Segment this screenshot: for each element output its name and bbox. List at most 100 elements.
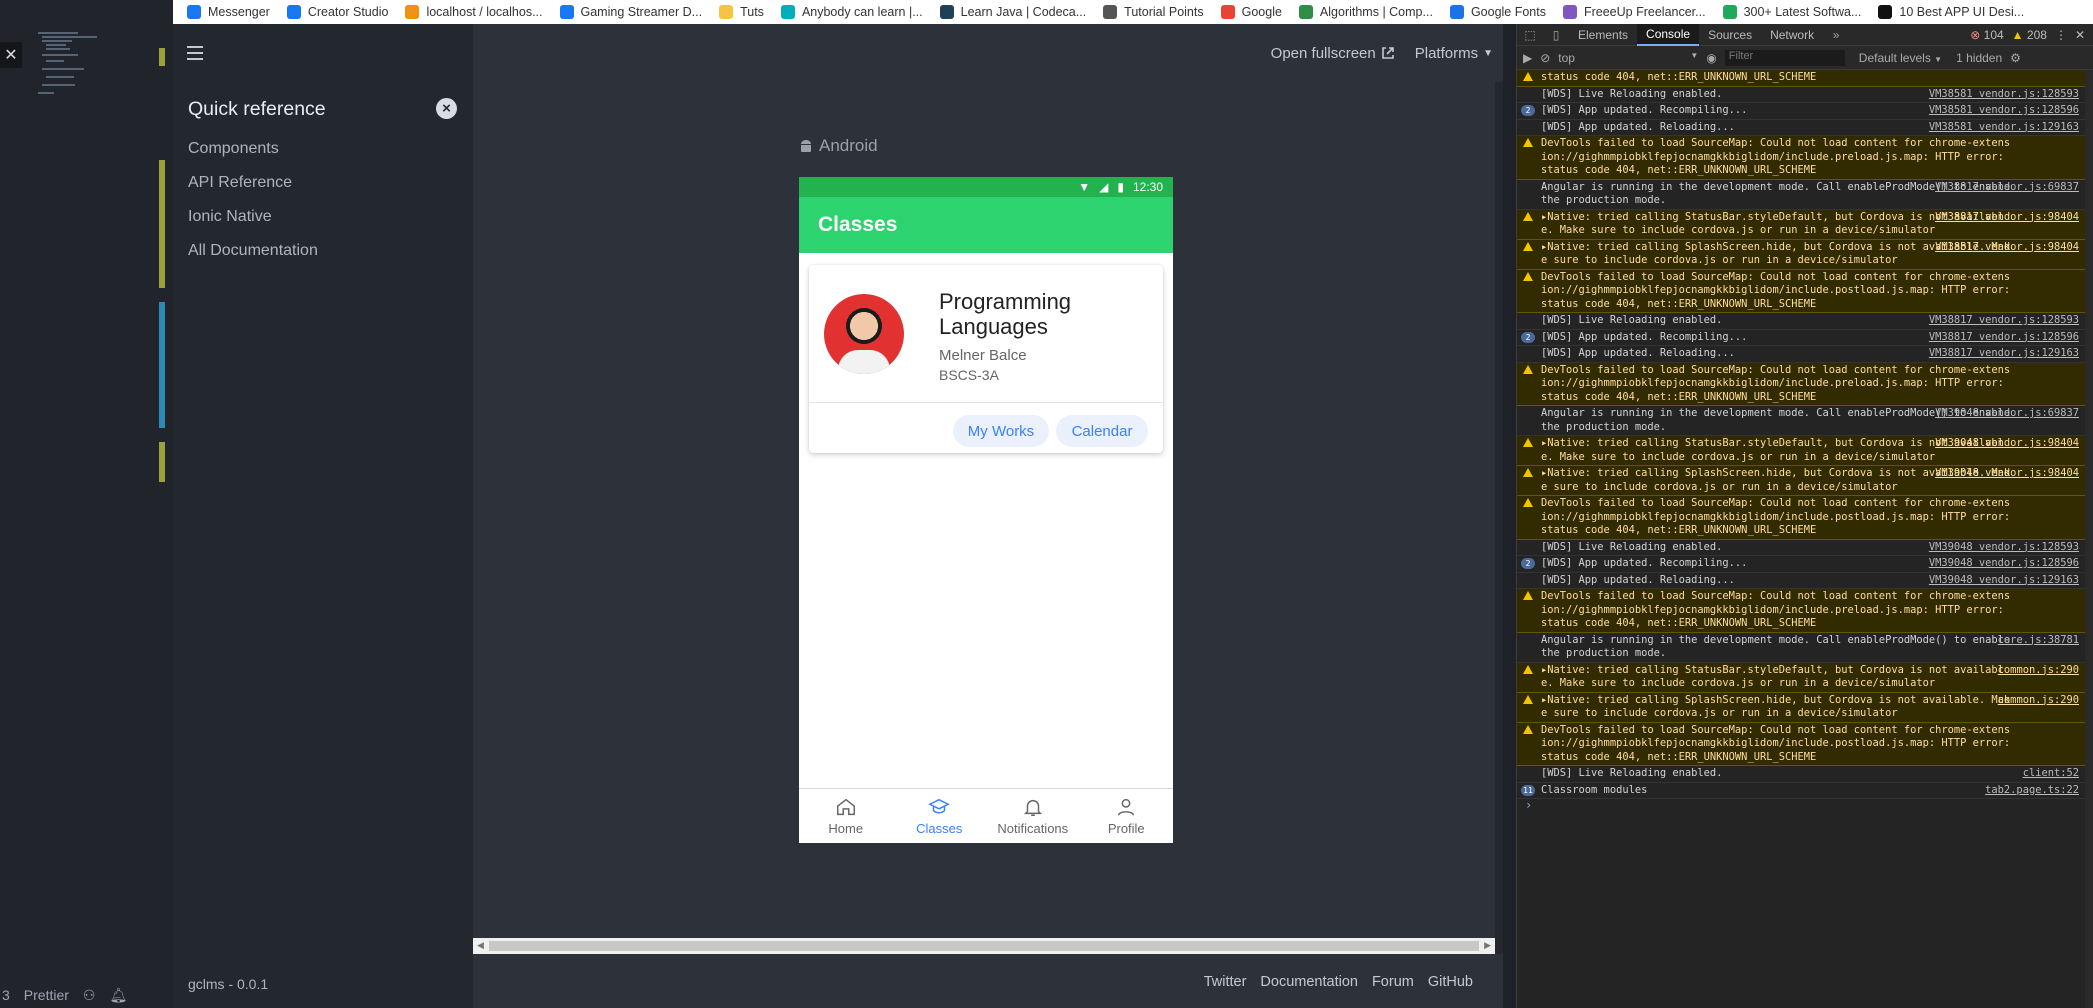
console-source-link[interactable]: VM39048 vendor.js:98404	[1935, 467, 2079, 481]
console-warning[interactable]: ▸Native: tried calling StatusBar.styleDe…	[1517, 436, 2085, 466]
class-card[interactable]: Programming Languages Melner Balce BSCS-…	[809, 265, 1163, 453]
eye-icon[interactable]: ◉	[1706, 51, 1716, 65]
tab-classes[interactable]: Classes	[893, 789, 987, 843]
console-message[interactable]: [WDS] App updated. Reloading... VM39048 v…	[1517, 573, 2085, 589]
status-line-number[interactable]: 3	[2, 987, 10, 1003]
calendar-button[interactable]: Calendar	[1056, 415, 1148, 447]
console-message[interactable]: 2 [WDS] App updated. Recompiling... VM3858…	[1517, 103, 2085, 120]
console-source-link[interactable]: VM38817 vendor.js:98404	[1935, 241, 2079, 255]
bookmark-item[interactable]: 300+ Latest Softwa...	[1722, 5, 1861, 19]
console-source-link[interactable]: VM38817 vendor.js:69837	[1935, 181, 2079, 195]
console-source-link[interactable]: VM38817 vendor.js:98404	[1935, 211, 2079, 225]
bookmark-item[interactable]: Gaming Streamer D...	[559, 5, 702, 19]
settings-gear-icon[interactable]: ⚙	[2010, 51, 2021, 65]
vertical-scrollbar[interactable]	[1495, 82, 1503, 954]
console-message[interactable]: [WDS] Live Reloading enabled. VM39048 ven…	[1517, 540, 2085, 556]
console-warning[interactable]: DevTools failed to load SourceMap: Could…	[1517, 269, 2085, 313]
close-icon[interactable]: ✕	[0, 42, 22, 68]
tab-network[interactable]: Network	[1761, 24, 1823, 46]
console-message[interactable]: Angular is running in the development mo…	[1517, 633, 2085, 663]
warning-count-badge[interactable]: ▲ 208	[2012, 28, 2047, 42]
kebab-menu-icon[interactable]: ⋮	[2055, 28, 2067, 42]
console-warning[interactable]: DevTools failed to load SourceMap: Could…	[1517, 496, 2085, 540]
console-message[interactable]: [WDS] Live Reloading enabled. VM38581 ven…	[1517, 87, 2085, 103]
footer-link-forum[interactable]: Forum	[1372, 974, 1414, 990]
error-count-badge[interactable]: ⊗ 104	[1970, 28, 2003, 42]
bookmark-item[interactable]: 10 Best APP UI Desi...	[1878, 5, 2024, 19]
console-source-link[interactable]: core.js:38781	[1998, 634, 2079, 648]
console-message[interactable]: 11 Classroom modules tab2.page.ts:22	[1517, 783, 2085, 799]
console-source-link[interactable]: tab2.page.ts:22	[1985, 784, 2079, 798]
sidebar-link-components[interactable]: Components	[188, 140, 318, 174]
console-source-link[interactable]: VM39048 vendor.js:128596	[1929, 557, 2079, 571]
bookmark-item[interactable]: Tutorial Points	[1103, 5, 1204, 19]
more-tabs-icon[interactable]: »	[1823, 28, 1849, 42]
open-fullscreen-button[interactable]: Open fullscreen	[1271, 45, 1395, 62]
sidebar-link-ionic-native[interactable]: Ionic Native	[188, 208, 318, 242]
my-works-button[interactable]: My Works	[953, 415, 1049, 447]
console-prompt[interactable]: ›	[1517, 798, 2085, 813]
menu-icon[interactable]	[187, 46, 203, 60]
console-source-link[interactable]: VM38817 vendor.js:129163	[1929, 347, 2079, 361]
tab-home[interactable]: Home	[799, 789, 893, 843]
console-warning[interactable]: DevTools failed to load SourceMap: Could…	[1517, 722, 2085, 766]
bookmark-item[interactable]: localhost / localhos...	[405, 5, 543, 19]
horizontal-scrollbar[interactable]: ◀ ▶	[473, 938, 1495, 954]
console-warning[interactable]: ▸Native: tried calling StatusBar.styleDe…	[1517, 662, 2085, 693]
console-message[interactable]: 2 [WDS] App updated. Recompiling... VM3881…	[1517, 330, 2085, 346]
sidebar-link-api-reference[interactable]: API Reference	[188, 174, 318, 208]
scroll-right-icon[interactable]: ▶	[1484, 940, 1491, 951]
notifications-bell-icon[interactable]: 🔔︎	[109, 987, 127, 1004]
console-source-link[interactable]: VM38581 vendor.js:128593	[1929, 88, 2079, 102]
editor-minimap[interactable]	[38, 32, 128, 112]
clear-console-icon[interactable]: ⊘	[1540, 51, 1550, 65]
console-warning[interactable]: ▸Native: tried calling SplashScreen.hide…	[1517, 239, 2085, 270]
bookmark-item[interactable]: Anybody can learn |...	[780, 5, 923, 19]
console-scrollbar[interactable]	[2085, 70, 2093, 1008]
log-levels-dropdown[interactable]: Default levels ▼	[1859, 51, 1942, 65]
console-source-link[interactable]: VM39048 vendor.js:98404	[1935, 437, 2079, 451]
tab-console[interactable]: Console	[1637, 23, 1700, 46]
console-warning[interactable]: ▸Native: tried calling SplashScreen.hide…	[1517, 692, 2085, 723]
sidebar-link-all-documentation[interactable]: All Documentation	[188, 242, 318, 276]
bookmark-item[interactable]: Learn Java | Codeca...	[939, 5, 1086, 19]
scroll-left-icon[interactable]: ◀	[477, 940, 484, 951]
footer-link-documentation[interactable]: Documentation	[1260, 974, 1358, 990]
device-toolbar-icon[interactable]: ▯	[1543, 28, 1569, 42]
platforms-dropdown[interactable]: Platforms ▼	[1415, 45, 1493, 62]
bookmark-item[interactable]: Algorithms | Comp...	[1298, 5, 1433, 19]
console-warning[interactable]: status code 404, net::ERR_UNKNOWN_URL_SC…	[1517, 70, 2085, 87]
console-source-link[interactable]: VM39048 vendor.js:69837	[1935, 407, 2079, 421]
console-message[interactable]: [WDS] Live Reloading enabled. VM38817 ven…	[1517, 313, 2085, 330]
console-source-link[interactable]: VM39048 vendor.js:129163	[1929, 574, 2079, 588]
console-source-link[interactable]: VM38817 vendor.js:128596	[1929, 331, 2079, 345]
bookmark-item[interactable]: Creator Studio	[286, 5, 388, 19]
footer-link-github[interactable]: GitHub	[1428, 974, 1473, 990]
tab-profile[interactable]: Profile	[1080, 789, 1174, 843]
context-selector[interactable]: top ▼	[1558, 51, 1698, 65]
console-filter-input[interactable]: Filter	[1724, 49, 1845, 66]
console-output[interactable]: status code 404, net::ERR_UNKNOWN_URL_SC…	[1517, 70, 2085, 1008]
bookmark-item[interactable]: Google	[1220, 5, 1282, 19]
console-warning[interactable]: ▸Native: tried calling SplashScreen.hide…	[1517, 466, 2085, 496]
console-source-link[interactable]: VM38817 vendor.js:128593	[1929, 314, 2079, 328]
console-message[interactable]: [WDS] App updated. Reloading... VM38817 v…	[1517, 346, 2085, 363]
close-sidebar-button[interactable]: ×	[436, 98, 457, 119]
tab-sources[interactable]: Sources	[1699, 24, 1761, 46]
console-warning[interactable]: ▸Native: tried calling StatusBar.styleDe…	[1517, 209, 2085, 240]
prettier-status[interactable]: Prettier	[24, 987, 69, 1003]
console-warning[interactable]: DevTools failed to load SourceMap: Could…	[1517, 589, 2085, 633]
console-source-link[interactable]: common.js:290	[1998, 694, 2079, 708]
sidebar-toggle-icon[interactable]: ▶	[1523, 51, 1532, 65]
tab-notifications[interactable]: Notifications	[986, 789, 1080, 843]
inspect-element-icon[interactable]: ⬚	[1517, 28, 1543, 42]
bookmark-item[interactable]: FreeeUp Freelancer...	[1562, 5, 1706, 19]
live-share-icon[interactable]: ⚇	[83, 987, 96, 1004]
console-warning[interactable]: DevTools failed to load SourceMap: Could…	[1517, 362, 2085, 406]
bookmark-item[interactable]: Tuts	[719, 5, 764, 19]
console-source-link[interactable]: VM39048 vendor.js:128593	[1929, 541, 2079, 555]
console-message[interactable]: [WDS] App updated. Reloading... VM38581 v…	[1517, 120, 2085, 136]
scrollbar-thumb[interactable]	[489, 941, 1479, 951]
console-source-link[interactable]: client:52	[2023, 767, 2079, 781]
close-devtools-icon[interactable]: ✕	[2075, 28, 2085, 42]
